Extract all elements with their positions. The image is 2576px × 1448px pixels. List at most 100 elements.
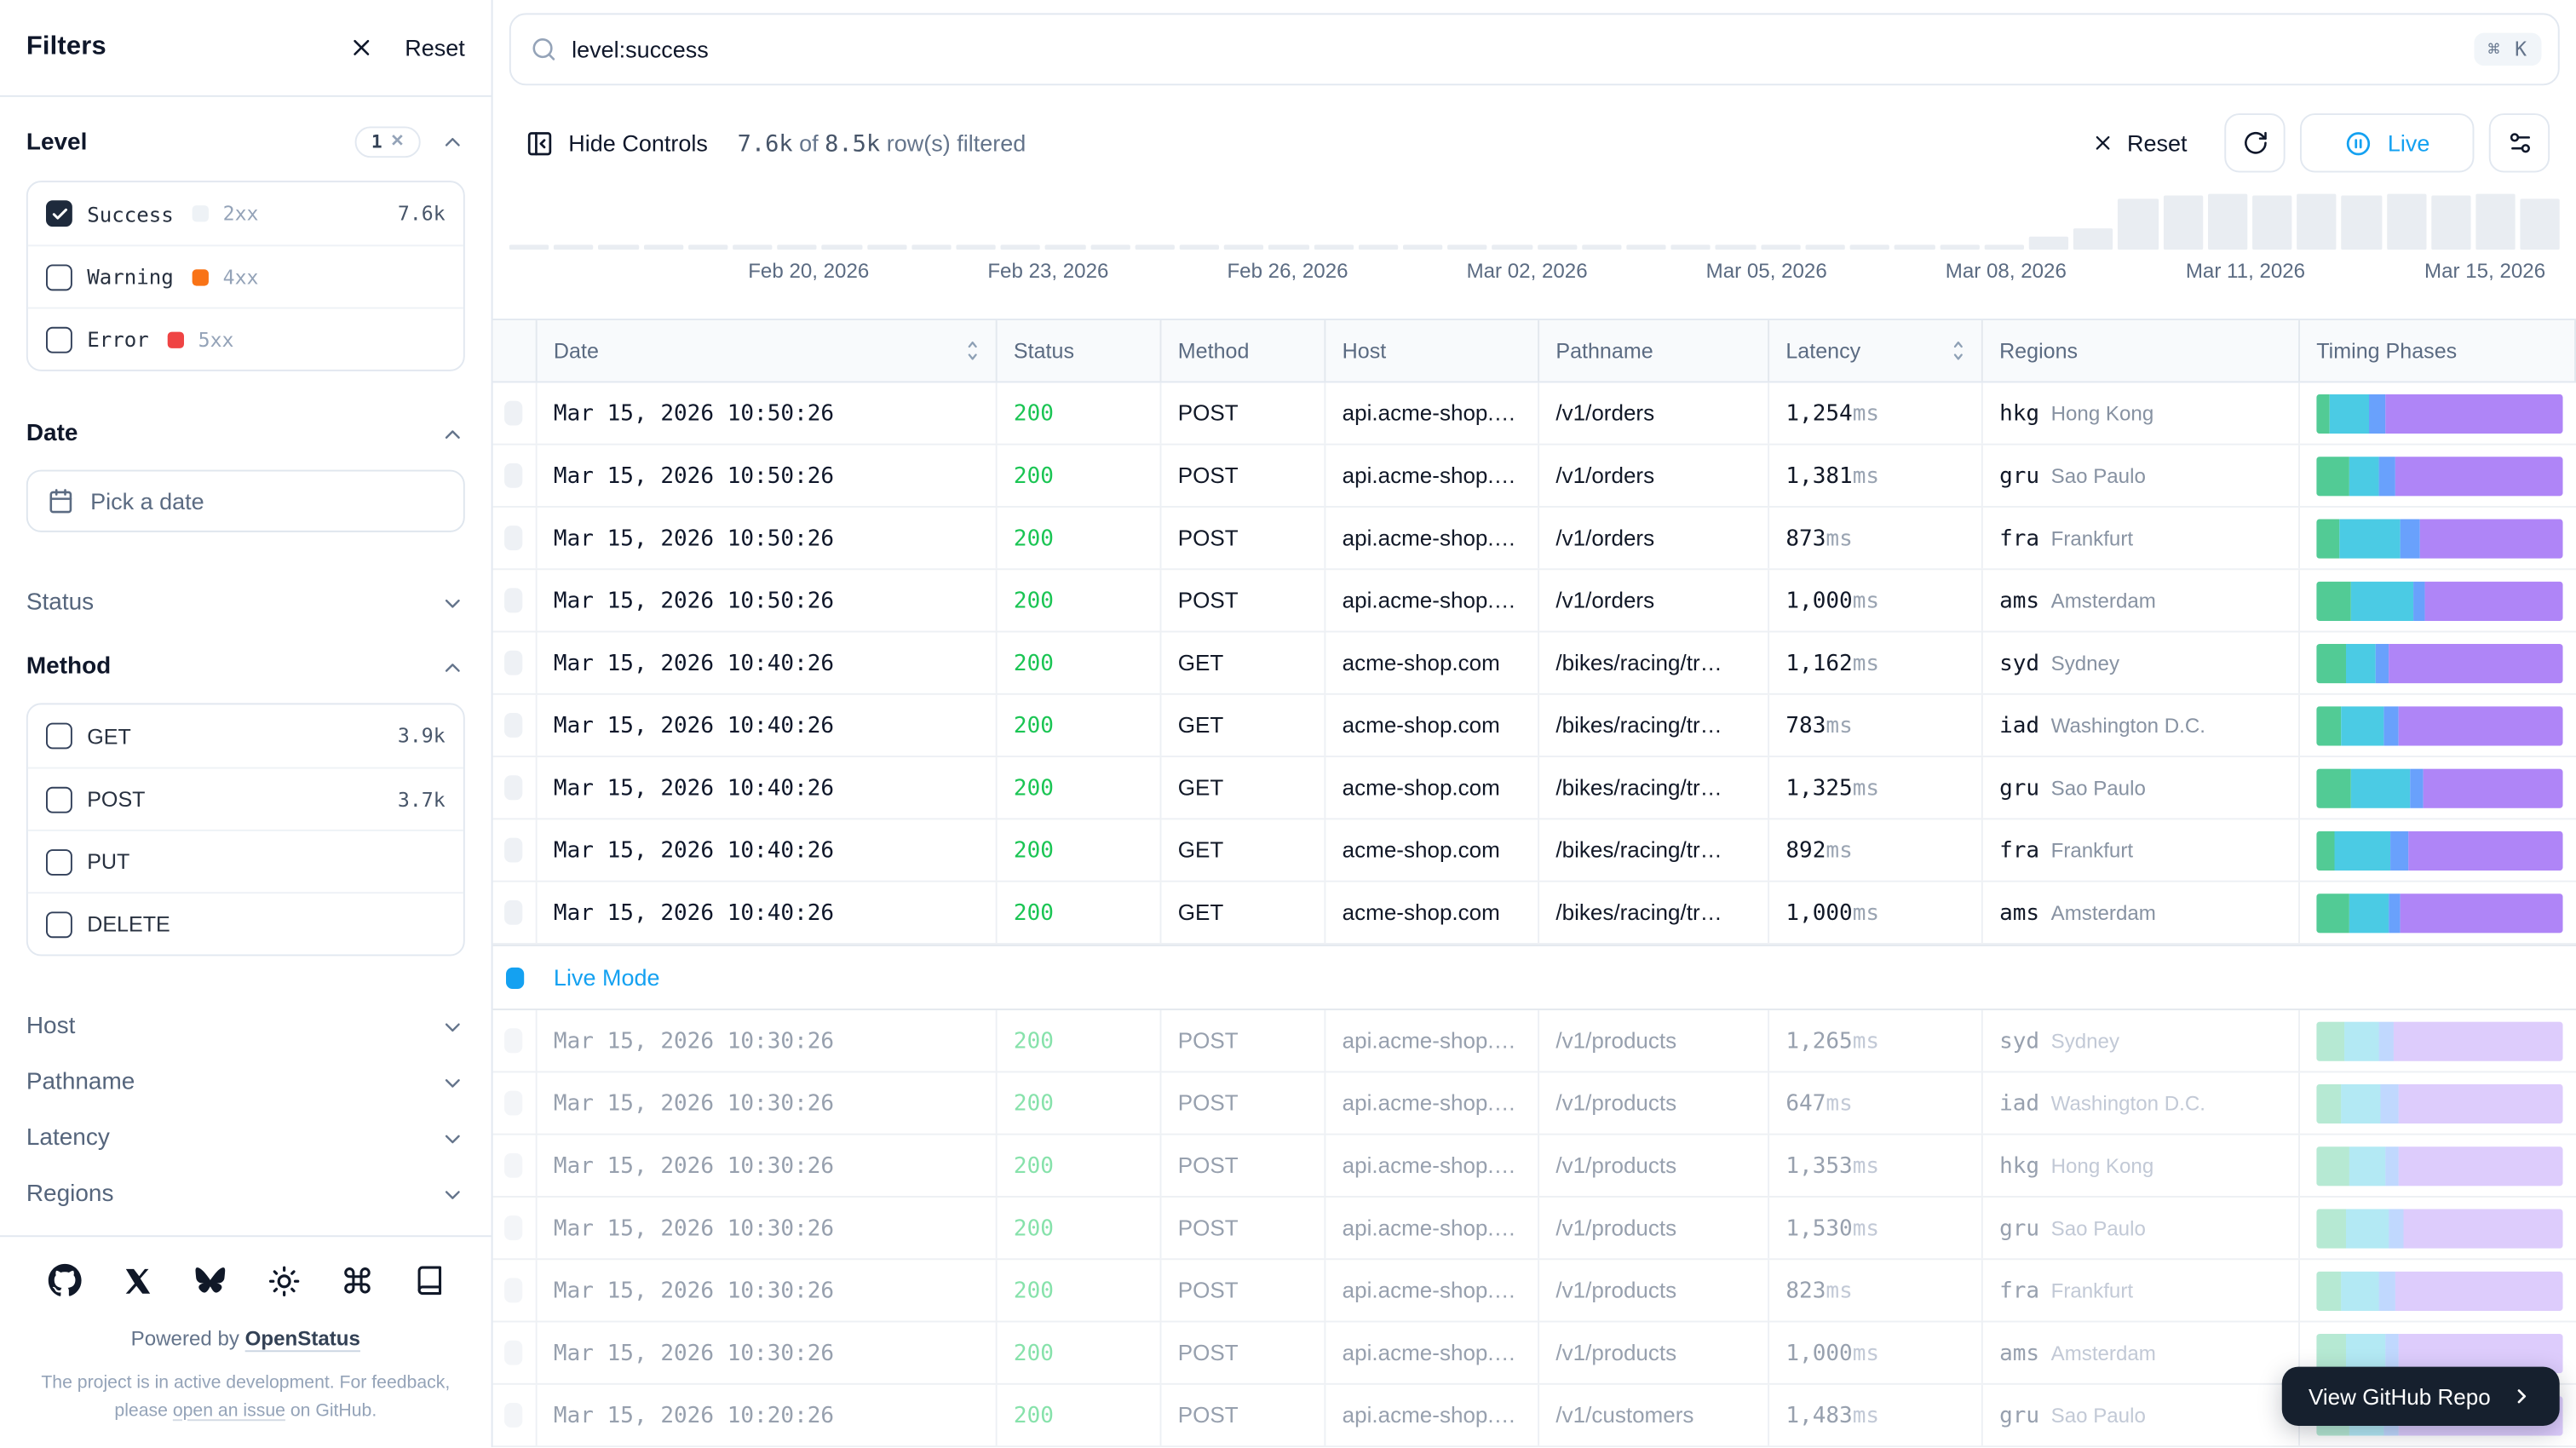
row-checkbox[interactable] xyxy=(504,526,522,550)
histogram-bar[interactable] xyxy=(2342,195,2382,250)
histogram-bar[interactable] xyxy=(1045,244,1085,250)
histogram-bar[interactable] xyxy=(2119,198,2159,250)
search-input[interactable] xyxy=(572,36,2460,62)
section-header-regions[interactable]: Regions xyxy=(26,1166,465,1222)
row-checkbox[interactable] xyxy=(504,651,522,675)
sun-icon[interactable] xyxy=(267,1264,300,1297)
column-header-method[interactable]: Method xyxy=(1161,320,1325,381)
histogram-bar[interactable] xyxy=(2207,194,2247,250)
section-header-status[interactable]: Status xyxy=(26,575,465,631)
histogram-bar[interactable] xyxy=(599,244,639,250)
column-header-date[interactable]: Date xyxy=(538,320,998,381)
histogram-bar[interactable] xyxy=(911,244,952,250)
table-row[interactable]: Mar 15, 2026 10:50:26200POSTapi.acme-sho… xyxy=(493,508,2576,570)
column-header-host[interactable]: Host xyxy=(1325,320,1539,381)
histogram-bar[interactable] xyxy=(1403,244,1443,250)
toolbar-reset-button[interactable]: Reset xyxy=(2091,129,2188,156)
row-checkbox[interactable] xyxy=(504,900,522,925)
row-checkbox[interactable] xyxy=(504,775,522,800)
histogram-bar[interactable] xyxy=(1180,244,1220,250)
table-row[interactable]: Mar 15, 2026 10:30:26200POSTapi.acme-sho… xyxy=(493,1260,2576,1322)
histogram-bar[interactable] xyxy=(1626,244,1666,250)
row-checkbox[interactable] xyxy=(504,713,522,738)
column-header-pathname[interactable]: Pathname xyxy=(1539,320,1769,381)
table-row[interactable]: Mar 15, 2026 10:50:26200POSTapi.acme-sho… xyxy=(493,382,2576,445)
view-github-repo-button[interactable]: View GitHub Repo xyxy=(2282,1367,2560,1426)
method-option-delete[interactable]: DELETE xyxy=(28,892,463,954)
column-header-timing-phases[interactable]: Timing Phases xyxy=(2300,320,2576,381)
date-section-header[interactable]: Date xyxy=(26,414,465,453)
badge-clear-icon[interactable]: ✕ xyxy=(390,133,404,151)
date-histogram[interactable]: Feb 20, 2026Feb 23, 2026Feb 26, 2026Mar … xyxy=(493,187,2576,290)
histogram-bar[interactable] xyxy=(554,244,594,250)
row-checkbox[interactable] xyxy=(504,1215,522,1240)
method-option-post[interactable]: POST3.7k xyxy=(28,767,463,830)
section-header-pathname[interactable]: Pathname xyxy=(26,1054,465,1111)
histogram-bar[interactable] xyxy=(1761,244,1801,250)
histogram-bar[interactable] xyxy=(1269,244,1309,250)
table-row[interactable]: Mar 15, 2026 10:40:26200GETacme-shop.com… xyxy=(493,882,2576,945)
histogram-bar[interactable] xyxy=(1582,244,1622,250)
level-option-warning[interactable]: Warning4xx xyxy=(28,244,463,307)
histogram-bar[interactable] xyxy=(1448,244,1488,250)
level-section-header[interactable]: Level 1 ✕ xyxy=(26,120,465,164)
method-option-put[interactable]: PUT xyxy=(28,830,463,892)
histogram-bar[interactable] xyxy=(1984,244,2024,250)
row-checkbox[interactable] xyxy=(504,401,522,426)
openstatus-link[interactable]: OpenStatus xyxy=(245,1327,360,1350)
row-checkbox[interactable] xyxy=(504,1403,522,1428)
histogram-bar[interactable] xyxy=(1001,244,1041,250)
row-checkbox[interactable] xyxy=(504,588,522,612)
live-mode-row[interactable]: Live Mode xyxy=(493,945,2576,1010)
section-header-host[interactable]: Host xyxy=(26,999,465,1055)
level-option-success[interactable]: Success2xx7.6k xyxy=(28,182,463,244)
histogram-bar[interactable] xyxy=(2029,237,2069,250)
table-row[interactable]: Mar 15, 2026 10:40:26200GETacme-shop.com… xyxy=(493,632,2576,694)
histogram-bar[interactable] xyxy=(1805,244,1845,250)
histogram-bar[interactable] xyxy=(1671,244,1711,250)
row-checkbox[interactable] xyxy=(504,1091,522,1116)
histogram-bar[interactable] xyxy=(2073,228,2113,250)
table-row[interactable]: Mar 15, 2026 10:30:26200POSTapi.acme-sho… xyxy=(493,1322,2576,1384)
histogram-bar[interactable] xyxy=(1895,244,1935,250)
table-row[interactable]: Mar 15, 2026 10:40:26200GETacme-shop.com… xyxy=(493,695,2576,757)
command-icon[interactable] xyxy=(341,1265,372,1296)
github-icon[interactable] xyxy=(47,1263,81,1298)
histogram-bar[interactable] xyxy=(2163,195,2203,250)
histogram-bar[interactable] xyxy=(643,244,683,250)
table-row[interactable]: Mar 15, 2026 10:40:26200GETacme-shop.com… xyxy=(493,757,2576,819)
histogram-bar[interactable] xyxy=(1940,244,1980,250)
histogram-bar[interactable] xyxy=(2521,198,2561,250)
table-row[interactable]: Mar 15, 2026 10:30:26200POSTapi.acme-sho… xyxy=(493,1072,2576,1135)
histogram-bar[interactable] xyxy=(1850,244,1890,250)
table-row[interactable]: Mar 15, 2026 10:30:26200POSTapi.acme-sho… xyxy=(493,1010,2576,1072)
histogram-bar[interactable] xyxy=(1538,244,1578,250)
histogram-bar[interactable] xyxy=(733,244,773,250)
level-option-error[interactable]: Error5xx xyxy=(28,307,463,370)
histogram-bar[interactable] xyxy=(2431,195,2471,250)
row-checkbox[interactable] xyxy=(504,1028,522,1053)
sort-icon[interactable] xyxy=(1948,338,1968,363)
column-header-latency[interactable]: Latency xyxy=(1769,320,1983,381)
view-settings-button[interactable] xyxy=(2489,113,2550,172)
histogram-bar[interactable] xyxy=(1135,244,1175,250)
checkbox-unchecked[interactable] xyxy=(46,911,72,937)
book-icon[interactable] xyxy=(413,1265,445,1296)
histogram-bar[interactable] xyxy=(1224,244,1264,250)
column-header-status[interactable]: Status xyxy=(998,320,1162,381)
checkbox-unchecked[interactable] xyxy=(46,264,72,290)
histogram-bar[interactable] xyxy=(688,244,728,250)
histogram-bar[interactable] xyxy=(2386,194,2426,250)
histogram-bar[interactable] xyxy=(2297,194,2337,250)
row-checkbox[interactable] xyxy=(504,1278,522,1302)
checkbox-unchecked[interactable] xyxy=(46,848,72,875)
row-checkbox[interactable] xyxy=(504,1341,522,1365)
table-row[interactable]: Mar 15, 2026 10:40:26200GETacme-shop.com… xyxy=(493,819,2576,882)
hide-controls-button[interactable]: Hide Controls xyxy=(513,119,722,167)
method-option-get[interactable]: GET3.9k xyxy=(28,704,463,767)
histogram-bar[interactable] xyxy=(1492,244,1532,250)
sort-icon[interactable] xyxy=(963,338,982,363)
checkbox-unchecked[interactable] xyxy=(46,723,72,750)
histogram-bar[interactable] xyxy=(1716,244,1756,250)
section-header-latency[interactable]: Latency xyxy=(26,1111,465,1167)
